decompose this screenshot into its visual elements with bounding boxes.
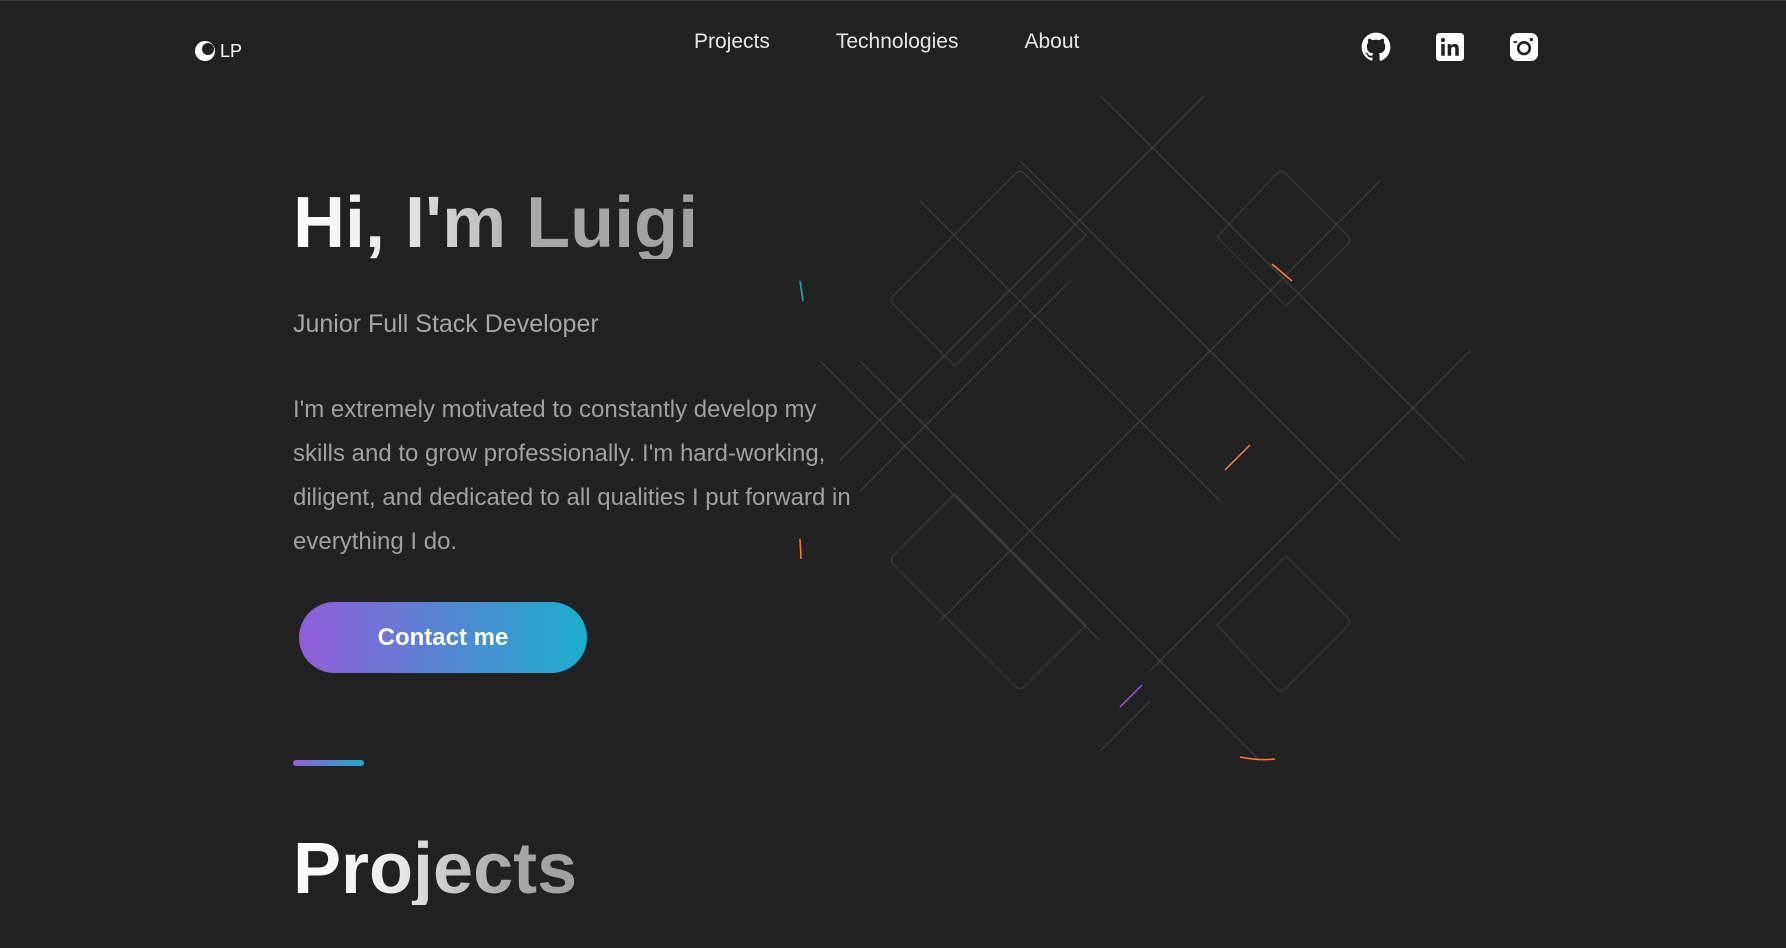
hero-bio: I'm extremely motivated to constantly de… — [293, 396, 851, 555]
instagram-icon[interactable] — [1509, 32, 1539, 62]
linkedin-icon[interactable] — [1435, 32, 1465, 62]
projects-section-title: Projects — [293, 829, 578, 909]
nav-link-technologies[interactable]: Technologies — [836, 30, 959, 54]
logo-icon — [195, 41, 215, 61]
hero-title: Hi, I'm Luigi — [293, 183, 699, 263]
section-divider — [293, 760, 364, 766]
logo-text: LP — [220, 40, 243, 61]
hero-role: Junior Full Stack Developer — [293, 310, 599, 338]
social-links — [1361, 32, 1539, 62]
portfolio-page: LP Projects Technologies About Hi, I'm L… — [0, 0, 1786, 948]
contact-me-button[interactable]: Contact me — [299, 602, 587, 673]
nav-link-about[interactable]: About — [1024, 30, 1079, 54]
main-nav: Projects Technologies About — [694, 30, 1079, 54]
nav-link-projects[interactable]: Projects — [694, 30, 770, 54]
background-grid-graphic — [820, 94, 1471, 762]
github-icon[interactable] — [1361, 32, 1391, 62]
site-logo[interactable]: LP — [193, 39, 242, 63]
